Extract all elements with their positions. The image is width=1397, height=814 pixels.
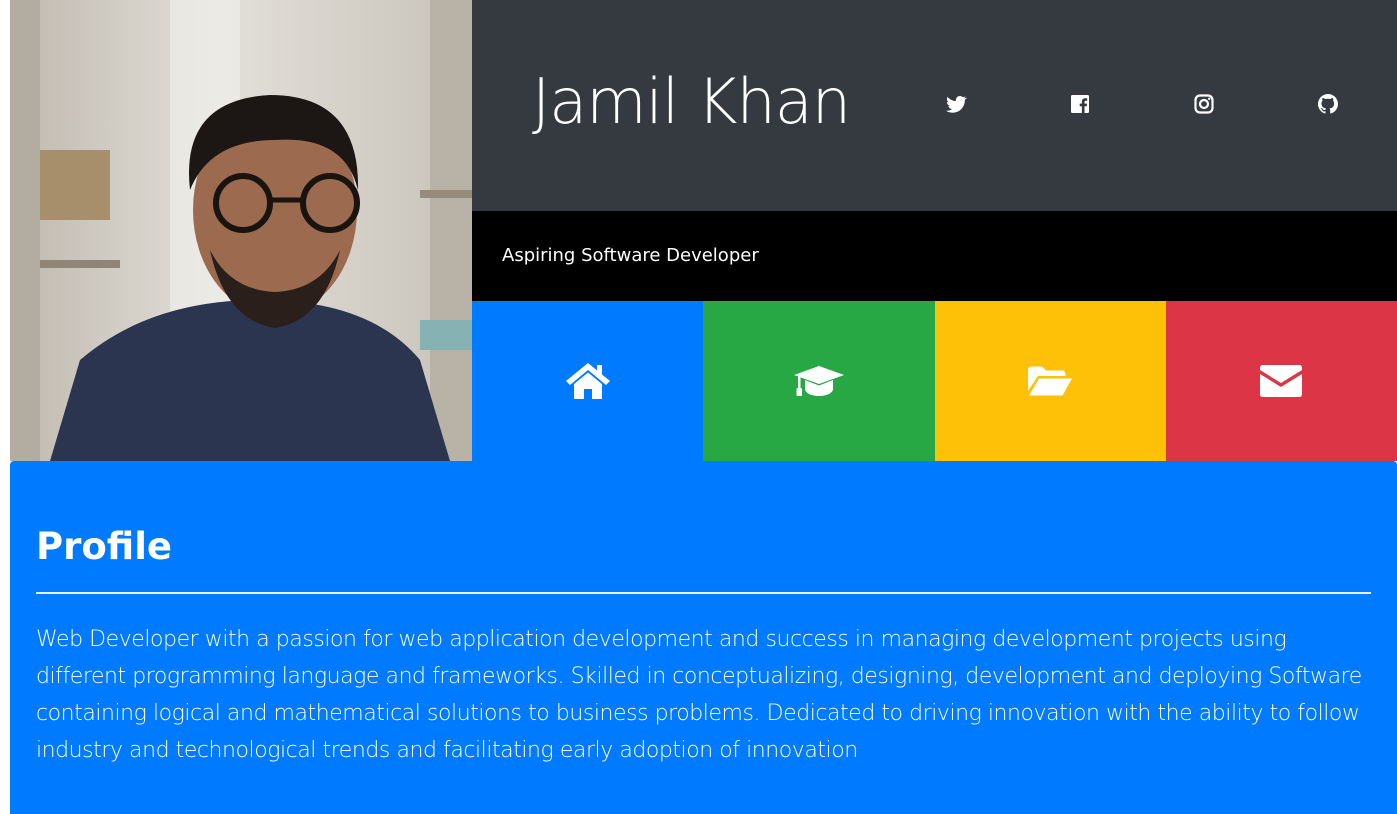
twitter-link[interactable]: [944, 92, 968, 116]
nav-tiles: [472, 301, 1397, 461]
github-link[interactable]: [1316, 92, 1340, 116]
projects-tile[interactable]: [934, 301, 1166, 461]
facebook-link[interactable]: [1068, 92, 1092, 116]
instagram-link[interactable]: [1192, 92, 1216, 116]
profile-divider: [36, 592, 1371, 594]
contact-tile[interactable]: [1165, 301, 1397, 461]
facebook-icon: [1071, 95, 1089, 113]
header: Jamil Khan: [472, 0, 1397, 211]
profile-body: Web Developer with a passion for web app…: [36, 627, 1362, 763]
profile-heading: Profile: [36, 525, 172, 568]
instagram-icon: [1194, 94, 1214, 114]
graduation-cap-icon: [793, 366, 844, 396]
profile-photo: [10, 0, 472, 461]
home-tile[interactable]: [472, 301, 704, 461]
resume-page: Jamil Khan Aspiring Software Developer P…: [0, 0, 1397, 814]
profile-section: Profile Web Developer with a passion for…: [10, 461, 1397, 814]
envelope-icon: [1260, 365, 1303, 397]
tagline: Aspiring Software Developer: [502, 245, 759, 266]
tagline-bar: Aspiring Software Developer: [472, 211, 1397, 301]
github-icon: [1318, 94, 1338, 114]
education-tile[interactable]: [703, 301, 935, 461]
home-icon: [565, 363, 610, 399]
twitter-icon: [946, 96, 967, 113]
folder-open-icon: [1028, 366, 1073, 396]
page-title: Jamil Khan: [532, 65, 851, 138]
